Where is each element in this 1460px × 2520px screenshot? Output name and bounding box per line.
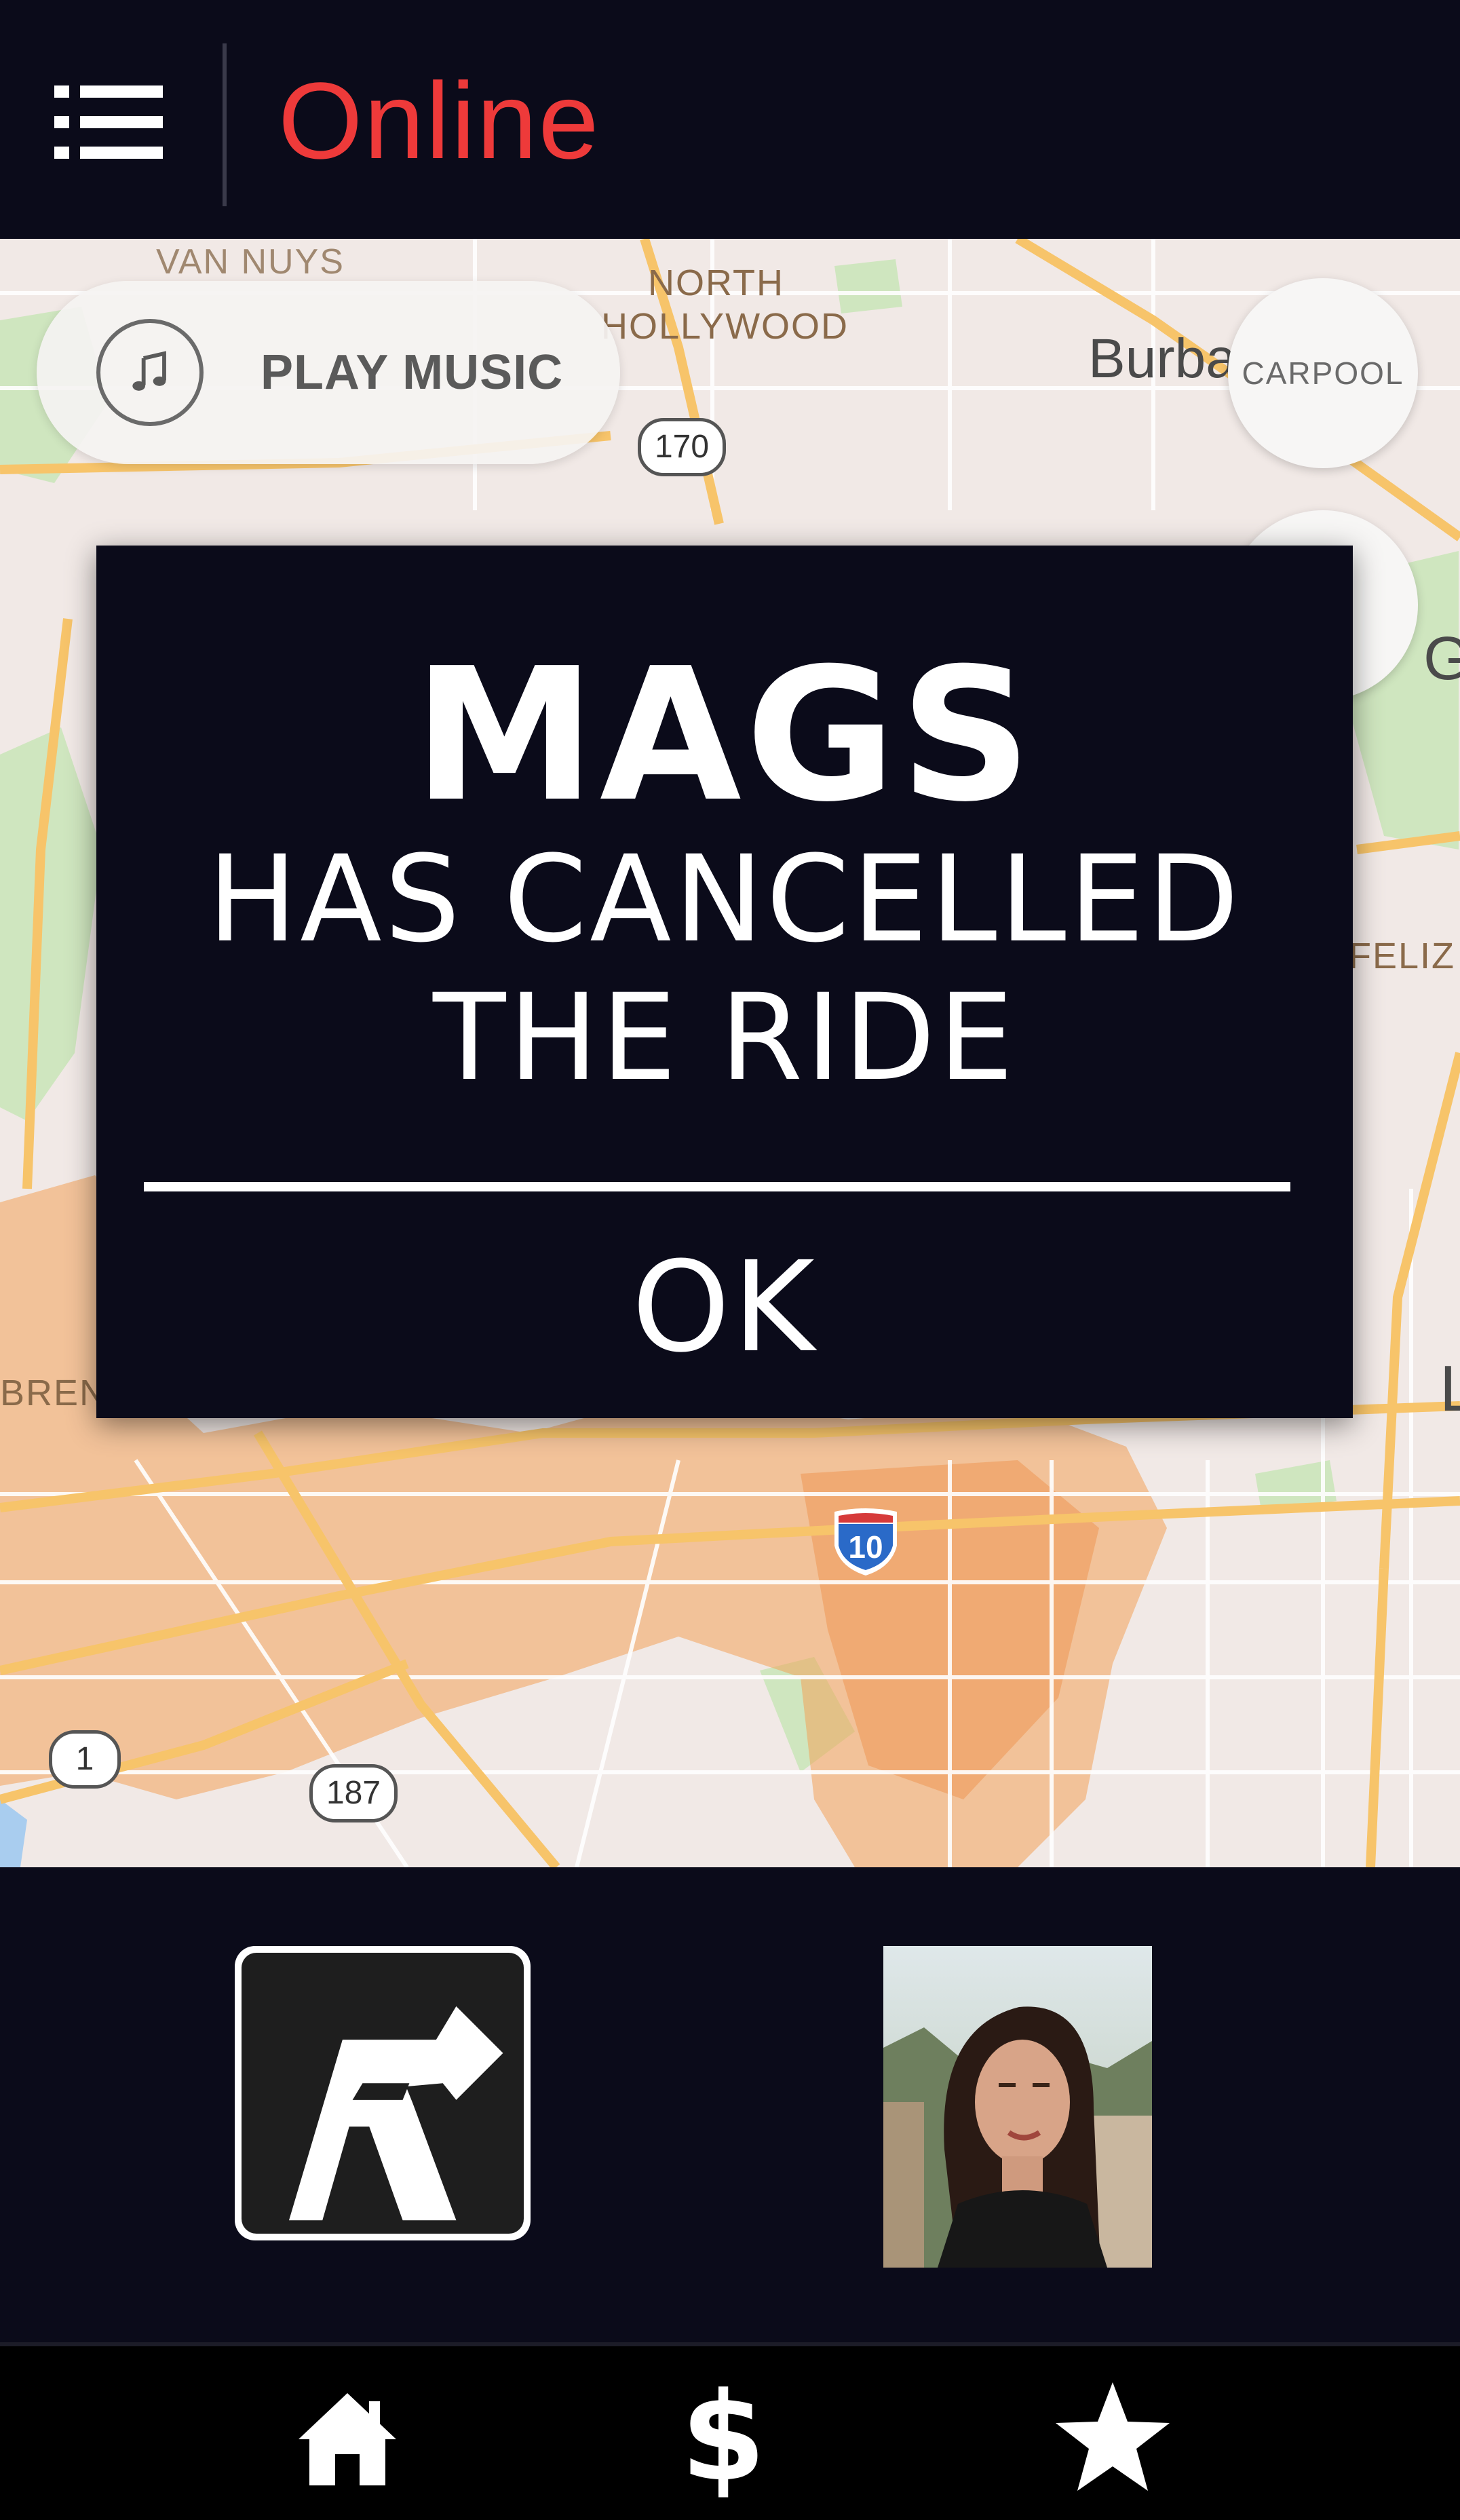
interstate-10-shield: 10 [830, 1505, 901, 1576]
header-divider [223, 43, 227, 206]
cancel-message-line-1: HAS CANCELLED [207, 830, 1242, 969]
rider-avatar-photo[interactable] [883, 1946, 1152, 2268]
place-label-north-hollywood-1: NORTH [648, 263, 785, 303]
cancel-message-line-2: THE RIDE [433, 968, 1016, 1107]
bottom-nav-bar: $ [0, 2342, 1460, 2520]
place-label-van-nuys: VAN NUYS [156, 242, 345, 282]
home-icon[interactable] [280, 2373, 415, 2502]
dollar-icon[interactable]: $ [655, 2373, 791, 2502]
ok-button[interactable]: OK [96, 1197, 1353, 1418]
earnings-label: $ [680, 2367, 766, 2508]
highway-shield-170: 170 [638, 418, 726, 476]
highway-shield-187: 187 [309, 1764, 398, 1822]
driver-panel [0, 1867, 1460, 2342]
place-label-los-angeles: L [1440, 1352, 1460, 1425]
place-label-glendale: G [1423, 625, 1460, 693]
status-title: Online [278, 60, 600, 181]
place-label-north-hollywood-2: HOLLYWOOD [601, 306, 849, 347]
list-menu-icon[interactable] [54, 81, 163, 163]
interstate-10-label: 10 [848, 1529, 883, 1565]
highway-shield-1: 1 [49, 1730, 121, 1789]
rider-name: MAGS [413, 628, 1036, 842]
place-label-burbank: Burba [1088, 328, 1237, 389]
play-music-label: PLAY MUSIC [261, 345, 564, 400]
dialog-divider [144, 1182, 1290, 1191]
place-label-feliz: FELIZ [1349, 936, 1456, 976]
star-icon[interactable] [1045, 2373, 1180, 2502]
cancel-message: HAS CANCELLED THE RIDE [96, 831, 1353, 1107]
app-screen: Online VAN NUYS NORTH HOLLYWOOD Burba FE… [0, 0, 1460, 2520]
music-note-icon [96, 319, 204, 426]
top-bar: Online [0, 0, 1460, 239]
r-brand-logo [235, 1946, 531, 2240]
play-music-button[interactable]: PLAY MUSIC [37, 281, 620, 464]
carpool-label: CARPOOL [1242, 356, 1404, 391]
carpool-button[interactable]: CARPOOL [1228, 278, 1418, 468]
ride-cancelled-dialog: MAGS HAS CANCELLED THE RIDE OK [96, 546, 1353, 1418]
